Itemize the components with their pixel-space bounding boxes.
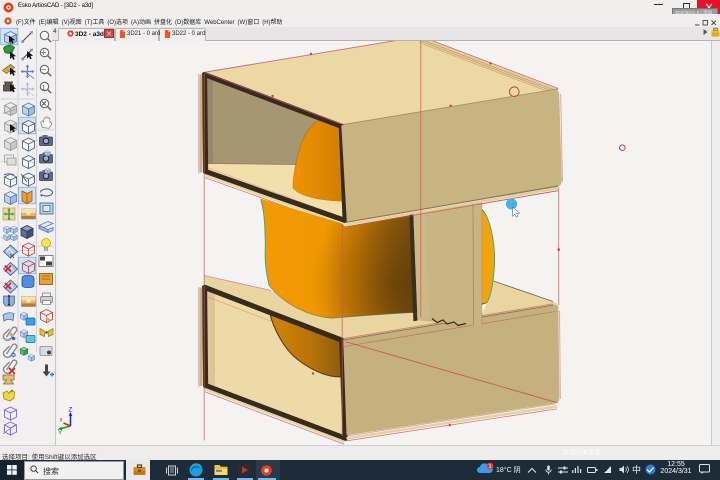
svg-text:1: 1 [489, 464, 492, 470]
svg-text:Y: Y [58, 430, 63, 437]
svg-text:x: x [60, 418, 63, 424]
svg-text:Z: Z [69, 407, 73, 414]
